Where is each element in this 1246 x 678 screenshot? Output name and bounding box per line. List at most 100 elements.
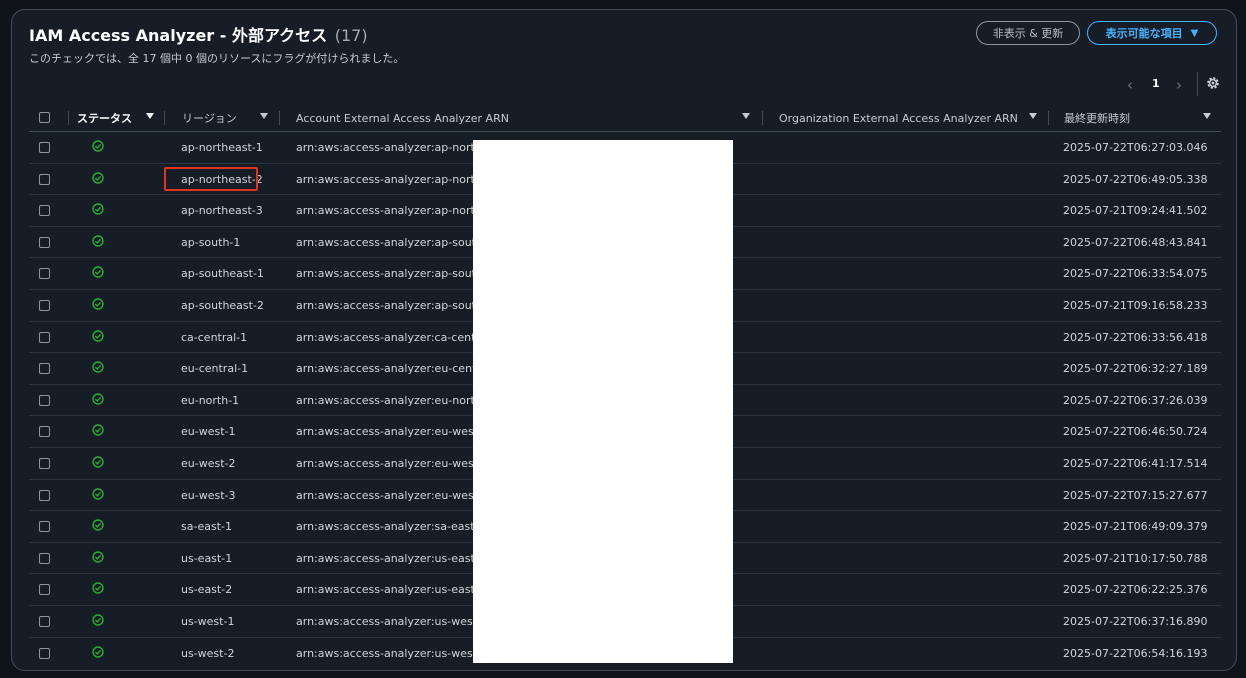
updated-cell: 2025-07-22T06:37:26.039	[1063, 393, 1208, 407]
account-arn-cell: arn:aws:access-analyzer:eu-west-1:	[296, 425, 474, 439]
region-cell: us-east-1	[181, 551, 233, 565]
updated-cell: 2025-07-21T10:17:50.788	[1063, 551, 1208, 565]
status-ok-icon	[92, 519, 104, 531]
region-cell: ca-central-1	[181, 330, 248, 344]
row-checkbox[interactable]	[39, 457, 50, 469]
sort-region-icon[interactable]	[260, 113, 268, 119]
hide-and-refresh-button[interactable]: 非表示 & 更新	[976, 21, 1080, 45]
account-arn-cell: arn:aws:access-analyzer:ap-northeast-3:	[296, 204, 474, 218]
status-ok-icon	[92, 614, 104, 626]
select-all-checkbox[interactable]	[39, 112, 50, 123]
row-checkbox[interactable]	[39, 615, 50, 627]
row-checkbox[interactable]	[39, 173, 50, 185]
region-cell: eu-west-2	[181, 456, 236, 470]
updated-cell: 2025-07-22T06:32:27.189	[1063, 362, 1208, 376]
column-divider	[762, 111, 763, 125]
account-arn-cell: arn:aws:access-analyzer:us-west-1:	[296, 614, 474, 628]
account-arn-cell: arn:aws:access-analyzer:ap-northeast-1:	[296, 141, 474, 154]
column-divider	[164, 111, 165, 125]
region-cell: us-west-1	[181, 614, 235, 628]
updated-cell: 2025-07-22T06:33:54.075	[1063, 267, 1208, 281]
column-divider	[68, 111, 69, 125]
settings-gear-icon[interactable]	[1204, 74, 1222, 92]
region-cell: ap-northeast-3	[181, 204, 263, 218]
column-updated-label: 最終更新時刻	[1064, 112, 1130, 125]
next-page-icon[interactable]: ›	[1176, 76, 1182, 94]
account-arn-cell: arn:aws:access-analyzer:us-east-2:1	[296, 583, 474, 597]
row-checkbox[interactable]	[39, 205, 50, 217]
updated-cell: 2025-07-22T06:54:16.193	[1063, 646, 1208, 660]
updated-cell: 2025-07-22T06:48:43.841	[1063, 235, 1208, 249]
row-checkbox[interactable]	[39, 236, 50, 248]
region-cell: sa-east-1	[181, 520, 232, 534]
status-ok-icon	[92, 266, 104, 279]
updated-cell: 2025-07-22T06:46:50.724	[1063, 425, 1208, 439]
row-checkbox[interactable]	[39, 299, 50, 311]
updated-cell: 2025-07-22T06:22:25.376	[1063, 583, 1208, 597]
updated-cell: 2025-07-22T06:37:16.890	[1063, 614, 1208, 628]
column-account-arn-label: Account External Access Analyzer ARN	[296, 111, 509, 125]
column-header-account-arn[interactable]: Account External Access Analyzer ARN	[296, 105, 509, 131]
status-ok-icon	[92, 645, 104, 658]
status-ok-icon	[92, 171, 104, 184]
status-ok-icon	[92, 393, 104, 405]
column-org-arn-label: Organization External Access Analyzer AR…	[779, 111, 1018, 125]
status-ok-icon	[92, 456, 104, 468]
column-header-org-arn[interactable]: Organization External Access Analyzer AR…	[779, 105, 1018, 131]
region-cell: ap-northeast-1	[181, 141, 263, 154]
account-arn-cell: arn:aws:access-analyzer:ap-southeast-2:	[296, 298, 474, 312]
sort-org-arn-icon[interactable]	[1029, 113, 1037, 119]
account-arn-cell: arn:aws:access-analyzer:ap-northeast-2:	[296, 172, 474, 186]
redaction-block	[473, 140, 733, 663]
region-cell: us-west-2	[181, 646, 235, 660]
updated-cell: 2025-07-21T09:24:41.502	[1063, 204, 1208, 218]
account-arn-cell: arn:aws:access-analyzer:sa-east-1:1	[296, 520, 474, 534]
row-checkbox[interactable]	[39, 521, 50, 533]
updated-cell: 2025-07-22T06:33:56.418	[1063, 330, 1208, 344]
previous-page-icon[interactable]: ‹	[1127, 76, 1133, 94]
region-cell: ap-southeast-1	[181, 267, 264, 281]
row-checkbox[interactable]	[39, 142, 50, 153]
row-checkbox[interactable]	[39, 394, 50, 406]
status-ok-icon	[92, 551, 104, 563]
title-text: IAM Access Analyzer - 外部アクセス	[29, 26, 328, 45]
row-checkbox[interactable]	[39, 647, 50, 659]
status-ok-icon	[92, 361, 104, 373]
status-ok-icon	[92, 424, 104, 437]
region-cell: eu-central-1	[181, 362, 249, 376]
updated-cell: 2025-07-22T07:15:27.677	[1063, 488, 1208, 502]
updated-cell: 2025-07-21T06:49:09.379	[1063, 520, 1208, 534]
updated-cell: 2025-07-22T06:27:03.046	[1063, 141, 1208, 154]
row-checkbox[interactable]	[39, 552, 50, 564]
page-title: IAM Access Analyzer - 外部アクセス (17)	[29, 22, 368, 46]
sort-updated-icon[interactable]	[1203, 113, 1211, 119]
pagination-divider	[1197, 72, 1198, 96]
region-cell: eu-west-3	[181, 488, 236, 502]
table-header: ステータス リージョン Account External Access Anal…	[29, 105, 1221, 132]
page-number[interactable]: 1	[1152, 77, 1160, 90]
column-header-updated[interactable]: 最終更新時刻	[1064, 105, 1130, 131]
row-checkbox[interactable]	[39, 363, 50, 375]
status-ok-icon	[92, 298, 104, 310]
row-checkbox[interactable]	[39, 268, 50, 280]
account-arn-cell: arn:aws:access-analyzer:us-east-1:1	[296, 551, 474, 565]
region-cell: eu-north-1	[181, 393, 240, 407]
column-header-region[interactable]: リージョン	[182, 105, 237, 131]
row-checkbox[interactable]	[39, 489, 50, 501]
sort-account-arn-icon[interactable]	[742, 113, 750, 119]
row-checkbox[interactable]	[39, 426, 50, 438]
column-header-status[interactable]: ステータス	[77, 105, 132, 131]
column-divider	[1048, 111, 1049, 125]
caret-down-icon: ▼	[1190, 27, 1199, 39]
visible-items-button[interactable]: 表示可能な項目 ▼	[1087, 21, 1217, 45]
region-cell: us-east-2	[181, 583, 233, 597]
status-ok-icon	[92, 487, 104, 500]
status-ok-icon	[92, 140, 104, 152]
account-arn-cell: arn:aws:access-analyzer:ca-central-1:	[296, 330, 474, 344]
row-checkbox[interactable]	[39, 331, 50, 343]
row-checkbox[interactable]	[39, 584, 50, 596]
account-arn-cell: arn:aws:access-analyzer:eu-west-3:	[296, 488, 474, 502]
visible-items-label: 表示可能な項目	[1105, 27, 1183, 40]
page-subtitle: このチェックでは、全 17 個中 0 個のリソースにフラグが付けられました。	[29, 52, 405, 65]
sort-status-icon[interactable]	[146, 113, 154, 119]
